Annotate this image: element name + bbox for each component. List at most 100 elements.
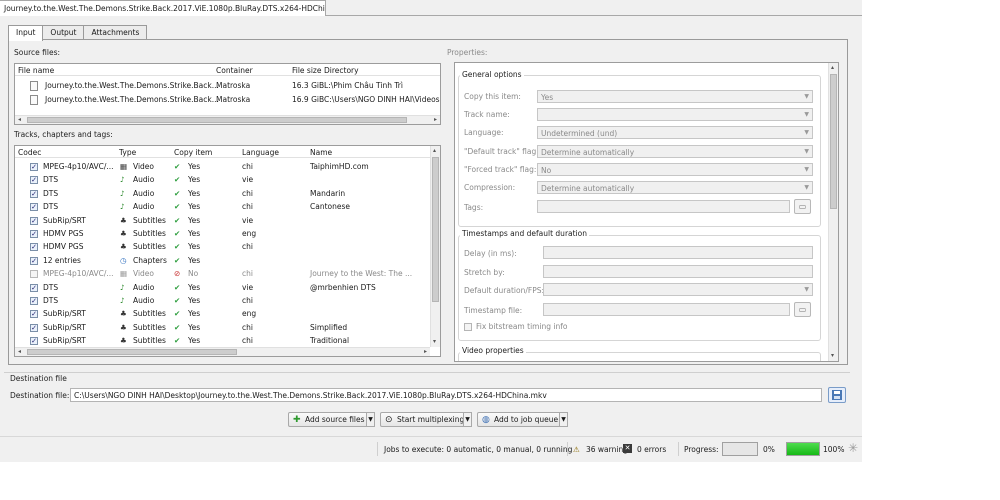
track-row[interactable]: ✓ SubRip/SRT ♣ Subtitles ✔ Yes eng [15,307,430,320]
track-type: Audio [133,188,155,198]
destination-input[interactable]: C:\Users\NGO DINH HAI\Desktop\Journey.to… [70,388,822,402]
delay-input[interactable] [543,246,813,259]
scroll-thumb[interactable] [432,157,439,302]
source-files-hscroll[interactable]: ◂ ▸ [15,115,440,124]
scroll-down-icon[interactable]: ▾ [433,338,436,346]
col-directory[interactable]: Directory [324,66,359,75]
track-checkbox[interactable]: ✓ [30,270,38,279]
track-checkbox[interactable]: ✓ [30,323,38,332]
track-row[interactable]: ✓ 12 entries ◷ Chapters ✔ Yes [15,254,430,267]
language-select[interactable]: Undetermined (und) ▼ [537,126,813,139]
warning-icon[interactable]: ⚠ [573,445,580,454]
col-file-size[interactable]: File size [292,66,321,75]
tracks-vscroll[interactable]: ▴ ▾ [430,146,440,347]
track-checkbox[interactable]: ✓ [30,230,38,238]
col-file-name[interactable]: File name [18,66,54,75]
track-checkbox[interactable]: ✓ [30,283,38,292]
job-queue-menu-button[interactable]: ▼ [559,412,568,427]
tab-input[interactable]: Input [8,25,44,41]
browse-tags-icon[interactable]: ▭ [794,199,811,214]
track-row[interactable]: ✓ SubRip/SRT ♣ Subtitles ✔ Yes chi Simplified [15,321,430,334]
col-language[interactable]: Language [242,148,279,157]
source-file-row[interactable]: Journey.to.the.West.The.Demons.Strike.Ba… [15,79,440,92]
scroll-right-icon[interactable]: ▸ [434,116,437,124]
scroll-thumb[interactable] [27,349,237,355]
status-separator [567,442,568,456]
source-files-list[interactable]: File name Container File size Directory … [14,63,441,125]
error-icon[interactable]: ✕ [623,444,632,453]
track-checkbox[interactable]: ✓ [30,256,38,265]
track-checkbox[interactable]: ✓ [30,297,38,305]
scroll-up-icon[interactable]: ▴ [433,147,436,155]
track-codec: DTS [43,188,59,198]
track-row[interactable]: ✓ HDMV PGS ♣ Subtitles ✔ Yes eng [15,227,430,240]
compression-select[interactable]: Determine automatically ▼ [537,181,813,194]
status-separator [678,442,679,456]
track-name: Simplified [310,322,348,332]
track-row[interactable]: ✓ SubRip/SRT ♣ Subtitles ✔ Yes chi Traditional [15,334,430,347]
track-row[interactable]: ✓ DTS ♪ Audio ✔ Yes vie [15,173,430,186]
add-source-menu-button[interactable]: ▼ [366,412,375,427]
tracks-list[interactable]: Codec Type Copy item Language Name ✓ MPEG… [14,145,441,357]
copy-item-select[interactable]: Yes ▼ [537,90,813,103]
tags-input[interactable] [537,200,790,213]
track-row[interactable]: ✓ DTS ♪ Audio ✔ Yes chi [15,294,430,307]
track-name-input[interactable]: ▼ [537,108,813,121]
track-row[interactable]: ✓ MPEG-4p10/AVC/... ▦ Video ⊘ No chi Journey to… [15,267,430,280]
col-container[interactable]: Container [216,66,253,75]
track-row[interactable]: ✓ MPEG-4p10/AVC/... ▦ Video ✔ Yes chi TaiphimHD… [15,160,430,173]
scroll-down-icon[interactable]: ▾ [831,352,834,360]
start-multiplexing-button[interactable]: ⊙ Start multiplexing [380,412,470,427]
save-as-icon[interactable] [828,387,846,403]
tab-attachments[interactable]: Attachments [83,25,148,40]
scroll-thumb[interactable] [830,74,837,209]
tab-output[interactable]: Output [42,25,85,40]
default-flag-select[interactable]: Determine automatically ▼ [537,145,813,158]
file-tab[interactable]: Journey.to.the.West.The.Demons.Strike.Ba… [0,0,326,16]
stretch-input[interactable] [543,265,813,278]
col-codec[interactable]: Codec [18,148,41,157]
add-source-files-button[interactable]: ✚ Add source files [288,412,370,427]
errors-count[interactable]: 0 errors [637,445,666,454]
track-checkbox[interactable]: ✓ [30,203,38,212]
track-checkbox[interactable]: ✓ [30,337,38,346]
scroll-left-icon[interactable]: ◂ [18,116,21,124]
scroll-right-icon[interactable]: ▸ [424,348,427,356]
browse-timestamp-icon[interactable]: ▭ [794,302,811,317]
plus-icon: ✚ [293,415,301,425]
track-checkbox[interactable]: ✓ [30,189,38,198]
tags-label: Tags: [464,203,484,212]
track-row[interactable]: ✓ DTS ♪ Audio ✔ Yes vie @mrbenhien DTS [15,281,430,294]
track-checkbox[interactable]: ✓ [30,163,38,171]
col-name[interactable]: Name [310,148,332,157]
duration-label: Default duration/FPS: [464,286,544,295]
track-type: Subtitles [133,309,166,319]
scroll-up-icon[interactable]: ▴ [831,64,834,72]
start-menu-button[interactable]: ▼ [463,412,472,427]
forced-flag-select[interactable]: No ▼ [537,163,813,176]
scroll-left-icon[interactable]: ◂ [18,348,21,356]
properties-vscroll[interactable]: ▴ ▾ [828,63,838,361]
status-bar: Jobs to execute: 0 automatic, 0 manual, … [0,436,862,460]
duration-select[interactable]: ▼ [543,283,813,296]
tracks-label: Tracks, chapters and tags: [14,130,113,139]
col-copy-item[interactable]: Copy item [174,148,212,157]
track-checkbox[interactable]: ✓ [30,176,38,185]
timestamp-file-input[interactable] [543,303,790,316]
track-row[interactable]: ✓ HDMV PGS ♣ Subtitles ✔ Yes chi [15,240,430,253]
fix-bitstream-checkbox[interactable] [464,323,472,331]
track-codec: HDMV PGS [43,242,84,252]
tracks-hscroll[interactable]: ◂ ▸ [15,347,430,356]
track-checkbox[interactable]: ✓ [30,310,38,319]
timestamps-title: Timestamps and default duration [460,229,589,238]
track-checkbox[interactable]: ✓ [30,216,38,225]
track-row[interactable]: ✓ SubRip/SRT ♣ Subtitles ✔ Yes vie [15,214,430,227]
source-file-row[interactable]: Journey.to.the.West.The.Demons.Strike.Ba… [15,93,440,106]
track-checkbox[interactable]: ✓ [30,243,38,252]
scroll-thumb[interactable] [27,117,407,123]
chevron-down-icon: ▼ [804,184,809,191]
track-row[interactable]: ✓ DTS ♪ Audio ✔ Yes chi Cantonese [15,200,430,213]
add-to-job-queue-button[interactable]: ◍ Add to job queue [477,412,564,427]
track-row[interactable]: ✓ DTS ♪ Audio ✔ Yes chi Mandarin [15,187,430,200]
col-type[interactable]: Type [119,148,136,157]
